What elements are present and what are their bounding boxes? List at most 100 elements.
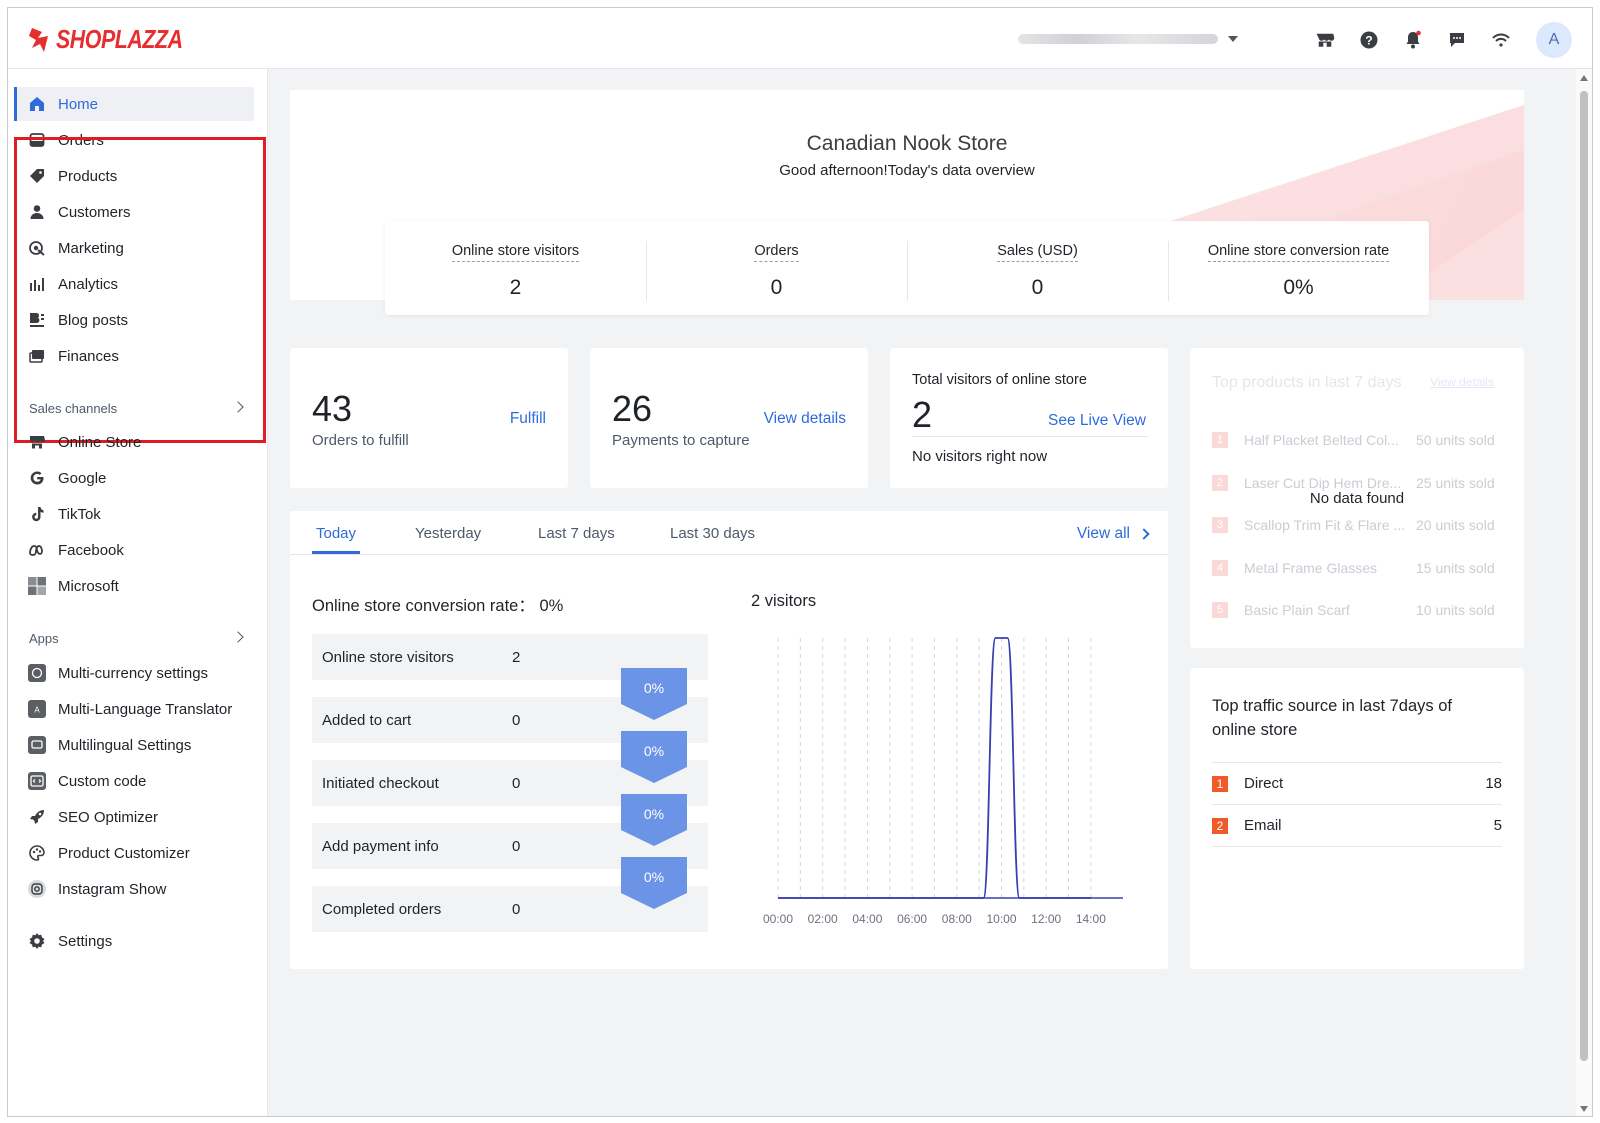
sidebar-item-tiktok[interactable]: TikTok [14,497,254,531]
list-item: 5 Basic Plain Scarf 10 units sold [1212,602,1502,618]
sidebar-item-home[interactable]: Home [14,87,254,121]
home-icon [28,95,46,113]
x-tick-label: 06:00 [897,912,927,926]
sales-channels-label: Sales channels [29,401,118,416]
gear-icon [28,932,46,950]
avatar[interactable]: A [1536,22,1572,58]
view-payment-details-link[interactable]: View details [764,410,846,428]
vertical-scrollbar[interactable] [1576,69,1592,1116]
store-icon [28,433,46,451]
tab-yesterday[interactable]: Yesterday [415,525,481,542]
store-name: Canadian Nook Store [806,132,1008,155]
live-visitors-status: No visitors right now [912,448,1048,465]
sidebar-item-label: Instagram Show [58,880,167,898]
x-tick-label: 00:00 [763,912,793,926]
store-selector[interactable] [1018,32,1238,46]
top-bar: SHOPLAZZA ? A [8,8,1592,69]
divider [912,436,1148,437]
no-data-found-text: No data found [1309,490,1405,507]
wifi-icon[interactable] [1486,25,1516,55]
payments-to-capture-card: 26 Payments to capture View details [590,348,868,488]
svg-text:A: A [34,706,40,715]
store-icon[interactable] [1310,25,1340,55]
x-tick-label: 10:00 [986,912,1016,926]
sidebar-item-online-store[interactable]: Online Store [14,425,254,459]
app-window: SHOPLAZZA ? A Home Orders Products Custo… [7,7,1593,1117]
stat-conversion-rate[interactable]: Online store conversion rate 0% [1168,221,1429,315]
stat-sales[interactable]: Sales (USD) 0 [907,221,1168,315]
sidebar-item-microsoft[interactable]: Microsoft [14,569,254,603]
sidebar-item-label: Multilingual Settings [58,736,192,754]
orders-to-fulfill-label: Orders to fulfill [312,432,409,449]
fulfill-link[interactable]: Fulfill [510,410,546,428]
stats-overview: Online store visitors 2 Orders 0 Sales (… [385,221,1429,315]
scroll-down-arrow-icon[interactable] [1580,1106,1588,1112]
language-icon [28,736,46,754]
conversion-rate-badge: 0% [621,857,687,909]
tiktok-icon [28,505,46,523]
list-item: 3 Scallop Trim Fit & Flare ... 20 units … [1212,517,1502,533]
see-live-view-link[interactable]: See Live View [1048,412,1146,430]
sidebar-item-label: TikTok [58,505,101,523]
sidebar-item-multilingual-settings[interactable]: Multilingual Settings [14,728,254,762]
active-tab-indicator [312,551,360,554]
sidebar-item-label: SEO Optimizer [58,808,159,826]
sidebar-item-label: Facebook [58,541,124,559]
sidebar-item-seo-optimizer[interactable]: SEO Optimizer [14,800,254,834]
brand-name: SHOPLAZZA [56,24,183,54]
bell-icon[interactable] [1398,25,1428,55]
x-tick-label: 02:00 [808,912,838,926]
total-visitors-count: 2 [912,394,933,435]
sidebar: Home Orders Products Customers Marketing… [8,69,268,1116]
rocket-icon [28,808,46,826]
google-icon [28,469,46,487]
scroll-up-arrow-icon[interactable] [1580,75,1588,81]
translate-icon: A [28,700,46,718]
list-item: 1 Direct 18 [1212,763,1502,805]
top-products-title: Top products in last 7 days [1212,374,1402,391]
tab-last-7-days[interactable]: Last 7 days [538,525,615,542]
sidebar-item-multi-currency[interactable]: Multi-currency settings [14,656,254,690]
sidebar-item-label: Custom code [58,772,147,790]
view-all-link[interactable]: View all [1077,525,1150,543]
chevron-right-icon[interactable] [232,631,244,643]
sidebar-item-google[interactable]: Google [14,461,254,495]
sidebar-item-product-customizer[interactable]: Product Customizer [14,836,254,870]
sidebar-item-instagram-show[interactable]: Instagram Show [14,872,254,906]
orders-to-fulfill-count: 43 [312,388,353,429]
sidebar-item-custom-code[interactable]: Custom code [14,764,254,798]
tab-today[interactable]: Today [316,525,356,542]
scroll-thumb[interactable] [1580,91,1588,1061]
list-item: 4 Metal Frame Glasses 15 units sold [1212,560,1502,576]
code-icon [28,772,46,790]
message-icon[interactable] [1442,25,1472,55]
sidebar-item-label: Product Customizer [58,844,190,862]
logo-mark-icon [29,27,48,52]
palette-icon [28,844,46,862]
shoplazza-logo[interactable]: SHOPLAZZA [28,24,210,55]
sidebar-item-settings[interactable]: Settings [14,924,254,958]
sidebar-item-label: Multi-currency settings [58,664,209,682]
payments-label: Payments to capture [612,432,750,449]
currency-icon [28,664,46,682]
conversion-rate-badge: 0% [621,668,687,720]
sidebar-item-label: Online Store [58,433,142,451]
sidebar-item-label: Home [58,95,99,113]
sidebar-item-label: Google [58,469,107,487]
list-item: 2 Email 5 [1212,805,1502,847]
top-products-view-details-link[interactable]: View details [1430,375,1494,389]
stat-orders[interactable]: Orders 0 [646,221,907,315]
help-icon[interactable]: ? [1354,25,1384,55]
tab-last-30-days[interactable]: Last 30 days [670,525,755,542]
sidebar-item-label: Microsoft [58,577,119,595]
x-tick-label: 14:00 [1076,912,1106,926]
sidebar-item-multi-language-translator[interactable]: A Multi-Language Translator [14,692,254,726]
time-range-tabs: Today Yesterday Last 7 days Last 30 days… [290,511,1168,555]
sidebar-item-facebook[interactable]: Facebook [14,533,254,567]
meta-icon [28,541,46,559]
svg-text:?: ? [1365,34,1372,48]
stat-visitors[interactable]: Online store visitors 2 [385,221,646,315]
microsoft-icon [28,577,46,595]
orders-to-fulfill-card: 43 Orders to fulfill Fulfill [290,348,568,488]
payments-count: 26 [612,388,653,429]
